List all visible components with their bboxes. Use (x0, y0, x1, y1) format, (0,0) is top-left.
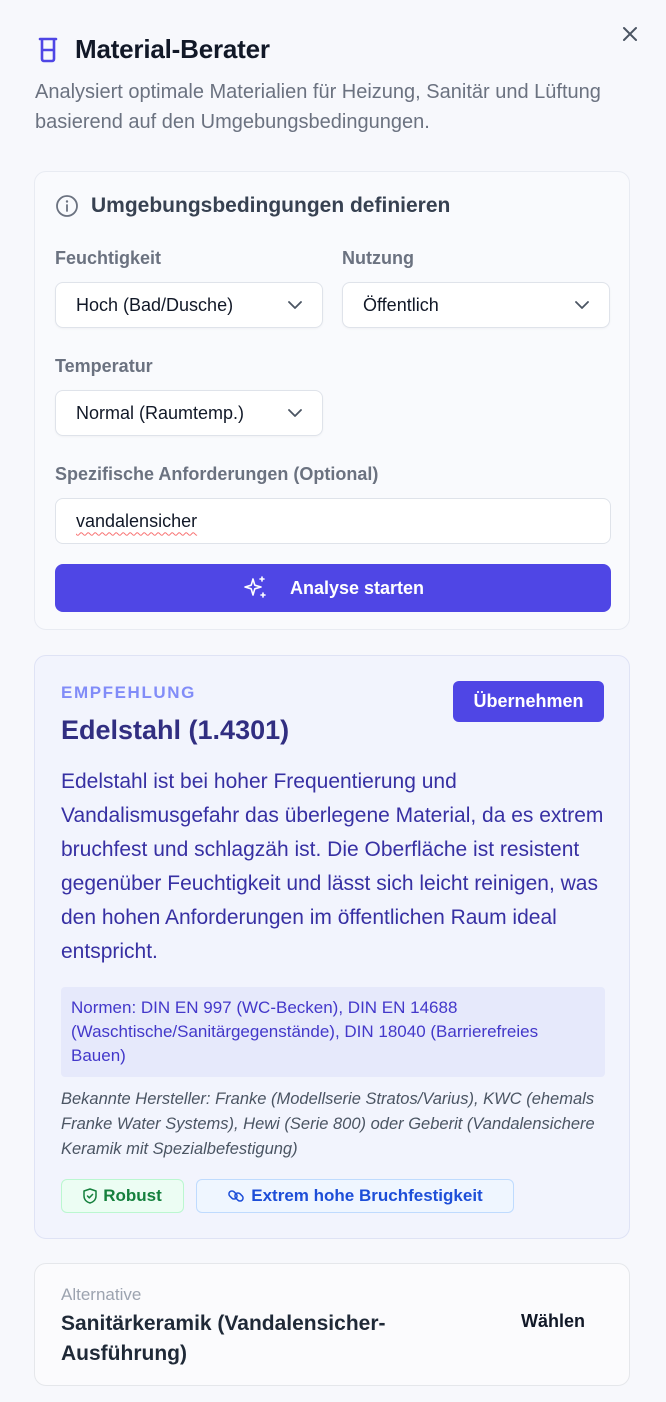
usage-label: Nutzung (342, 248, 414, 268)
alternative-title: Sanitärkeramik (Vandalensicher-Ausführun… (61, 1312, 386, 1365)
manufacturers-text: Bekannte Hersteller: Franke (Modellserie… (61, 1090, 595, 1158)
recommendation-description: Edelstahl ist bei hoher Frequentierung u… (61, 770, 604, 963)
humidity-select[interactable]: Hoch (Bad/Dusche) (55, 282, 323, 328)
recommendation-card: EMPFEHLUNG Edelstahl (1.4301) Übernehmen… (34, 655, 630, 1239)
usage-select[interactable]: Öffentlich (342, 282, 610, 328)
chevron-down-icon (575, 300, 589, 309)
tag-robust: Robust (61, 1179, 184, 1213)
page-subtitle: Analysiert optimale Materialien für Heiz… (35, 81, 601, 133)
chevron-down-icon (288, 408, 302, 417)
analyse-button[interactable]: Analyse starten (55, 564, 611, 612)
temperature-label: Temperatur (55, 356, 153, 376)
temperature-value: Normal (Raumtemp.) (76, 402, 245, 423)
analyse-button-label: Analyse starten (289, 577, 425, 598)
link-icon (228, 1190, 245, 1202)
recommendation-kicker: EMPFEHLUNG (61, 683, 196, 702)
chevron-down-icon (288, 300, 302, 309)
norms-box: Normen: DIN EN 997 (WC-Becken), DIN EN 1… (61, 987, 605, 1077)
tag-robust-label: Robust (103, 1186, 162, 1205)
usage-value: Öffentlich (363, 294, 439, 315)
apply-button[interactable]: Übernehmen (453, 681, 604, 722)
choose-button[interactable]: Wählen (521, 1311, 585, 1332)
conditions-card: Umgebungsbedingungen definieren Feuchtig… (34, 171, 630, 630)
temperature-select[interactable]: Normal (Raumtemp.) (55, 390, 323, 436)
alternative-card: Alternative Sanitärkeramik (Vandalensich… (34, 1263, 630, 1386)
page-title: Material-Berater (75, 34, 270, 64)
humidity-label: Feuchtigkeit (55, 248, 162, 268)
requirements-input[interactable]: vandalensicher (55, 498, 611, 544)
tag-break-resistance-label: Extrem hohe Bruchfestigkeit (251, 1186, 483, 1205)
sparkles-icon (244, 576, 266, 598)
requirements-label: Spezifische Anforderungen (Optional) (55, 464, 379, 484)
close-button[interactable] (620, 24, 640, 44)
header: Material-Berater Analysiert optimale Mat… (35, 34, 606, 137)
conditions-header: Umgebungsbedingungen definieren (55, 194, 450, 218)
shield-icon (83, 1188, 97, 1204)
recommendation-title: Edelstahl (1.4301) (61, 715, 290, 745)
humidity-value: Hoch (Bad/Dusche) (76, 294, 234, 315)
test-tube-icon (35, 35, 61, 65)
close-icon (623, 27, 637, 41)
conditions-heading: Umgebungsbedingungen definieren (91, 194, 451, 217)
tag-break-resistance: Extrem hohe Bruchfestigkeit (196, 1179, 514, 1213)
requirements-value: vandalensicher (76, 510, 198, 531)
title-row: Material-Berater (35, 34, 606, 65)
info-icon (56, 195, 78, 217)
alternative-kicker: Alternative (61, 1285, 142, 1304)
